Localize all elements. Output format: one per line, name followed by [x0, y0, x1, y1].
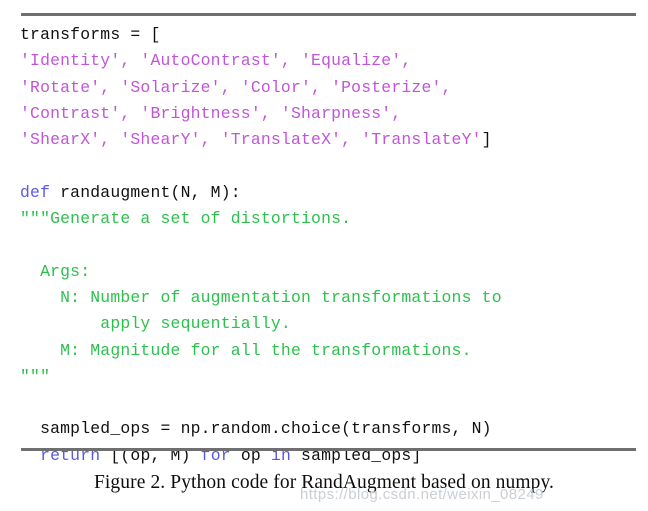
code-token-string: 'Rotate', 'Solarize', 'Color', 'Posteriz…	[20, 77, 452, 97]
code-token-string: 'Contrast', 'Brightness', 'Sharpness',	[20, 103, 402, 123]
code-line: """Generate a set of distortions.	[0, 206, 648, 232]
code-token-plain: ]	[481, 130, 492, 150]
code-token-comment: """	[20, 366, 51, 386]
code-listing: transforms = [ 'Identity', 'AutoContrast'…	[0, 22, 648, 469]
code-token-comment: N: Number of augmentation transformation…	[20, 287, 502, 307]
code-line: sampled_ops = np.random.choice(transform…	[0, 416, 648, 442]
figure-block: transforms = [ 'Identity', 'AutoContrast'…	[0, 0, 648, 511]
code-line: """	[0, 364, 648, 390]
code-line: transforms = [	[0, 22, 648, 48]
code-line: 'Rotate', 'Solarize', 'Color', 'Posteriz…	[0, 75, 648, 101]
code-line: 'Contrast', 'Brightness', 'Sharpness',	[0, 101, 648, 127]
code-token-comment: Args:	[20, 261, 91, 281]
code-token-plain: sampled_ops = np.random.choice(transform…	[20, 419, 492, 439]
code-line: 'Identity', 'AutoContrast', 'Equalize',	[0, 48, 648, 74]
code-line: N: Number of augmentation transformation…	[0, 285, 648, 311]
code-token-keyword: def	[20, 182, 51, 202]
figure-top-rule	[21, 13, 636, 16]
code-line: M: Magnitude for all the transformations…	[0, 338, 648, 364]
code-token-string: 'ShearX', 'ShearY', 'TranslateX', 'Trans…	[20, 130, 482, 150]
code-line: 'ShearX', 'ShearY', 'TranslateX', 'Trans…	[0, 127, 648, 153]
code-token-comment: """Generate a set of distortions.	[20, 209, 352, 229]
code-line: apply sequentially.	[0, 311, 648, 337]
figure-bottom-rule	[21, 448, 636, 451]
code-token-plain: randaugment(N, M):	[50, 182, 241, 202]
code-token-comment: apply sequentially.	[20, 314, 291, 334]
code-token-string: 'Identity', 'AutoContrast', 'Equalize',	[20, 51, 412, 71]
code-line: Args:	[0, 259, 648, 285]
code-line: def randaugment(N, M):	[0, 180, 648, 206]
code-token-plain: transforms = [	[20, 25, 161, 44]
code-line: return [(op, M) for op in sampled_ops]	[0, 443, 648, 469]
figure-caption: Figure 2. Python code for RandAugment ba…	[93, 472, 555, 493]
code-token-comment: M: Magnitude for all the transformations…	[20, 340, 472, 360]
